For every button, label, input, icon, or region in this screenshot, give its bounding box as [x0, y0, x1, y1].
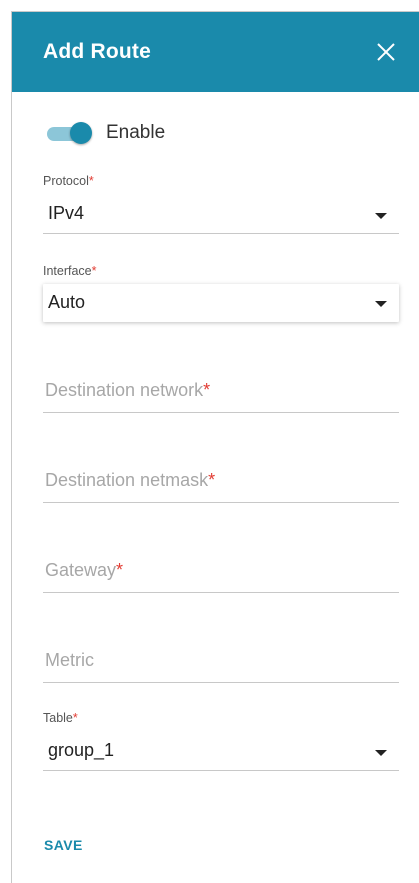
interface-select[interactable]: Auto: [43, 284, 399, 322]
chevron-down-icon: [375, 750, 387, 756]
protocol-field: Protocol* IPv4: [43, 172, 399, 237]
destination-network-input[interactable]: Destination network*: [43, 370, 399, 410]
required-mark: *: [88, 174, 94, 188]
protocol-value: IPv4: [48, 203, 85, 223]
close-icon[interactable]: [374, 40, 398, 64]
destination-network-field: Destination network*: [43, 370, 399, 415]
table-label-text: Table: [43, 711, 73, 725]
metric-underline: [43, 682, 399, 683]
enable-toggle[interactable]: [47, 122, 93, 144]
toggle-knob: [70, 122, 92, 144]
destination-netmask-placeholder-text: Destination netmask: [45, 470, 209, 490]
chevron-down-icon: [375, 213, 387, 219]
add-route-dialog: Add Route Enable Protocol* IPv4 Interfac…: [11, 11, 419, 883]
table-select[interactable]: group_1: [43, 735, 399, 769]
interface-label-text: Interface: [43, 264, 92, 278]
gateway-input[interactable]: Gateway*: [43, 550, 399, 590]
gateway-placeholder: Gateway*: [45, 560, 123, 581]
protocol-select[interactable]: IPv4: [43, 198, 399, 232]
destination-netmask-input[interactable]: Destination netmask*: [43, 460, 399, 500]
gateway-underline: [43, 592, 399, 593]
protocol-label-text: Protocol: [43, 174, 89, 188]
destination-network-placeholder-text: Destination network: [45, 380, 204, 400]
save-button[interactable]: SAVE: [44, 837, 83, 853]
required-mark: *: [116, 560, 124, 580]
metric-placeholder: Metric: [45, 650, 94, 670]
destination-netmask-field: Destination netmask*: [43, 460, 399, 505]
table-value: group_1: [48, 740, 115, 760]
protocol-label: Protocol*: [43, 174, 94, 188]
interface-label: Interface*: [43, 264, 97, 278]
metric-field: Metric: [43, 640, 399, 685]
destination-network-placeholder: Destination network*: [45, 380, 210, 401]
required-mark: *: [203, 380, 211, 400]
table-label: Table*: [43, 711, 78, 725]
destination-netmask-placeholder: Destination netmask*: [45, 470, 215, 491]
required-mark: *: [72, 711, 78, 725]
chevron-down-icon: [375, 301, 387, 307]
interface-field: Interface* Auto: [43, 262, 399, 327]
enable-label: Enable: [106, 122, 166, 143]
protocol-underline: [43, 233, 399, 234]
dialog-header: Add Route: [12, 12, 419, 92]
dialog-title: Add Route: [43, 40, 151, 63]
metric-input[interactable]: Metric: [43, 640, 399, 680]
destination-network-underline: [43, 412, 399, 413]
close-icon-glyph: [377, 43, 395, 61]
destination-netmask-underline: [43, 502, 399, 503]
table-underline: [43, 770, 399, 771]
required-mark: *: [91, 264, 97, 278]
table-field: Table* group_1: [43, 709, 399, 774]
interface-value: Auto: [48, 292, 86, 312]
gateway-field: Gateway*: [43, 550, 399, 595]
gateway-placeholder-text: Gateway: [45, 560, 117, 580]
required-mark: *: [208, 470, 216, 490]
